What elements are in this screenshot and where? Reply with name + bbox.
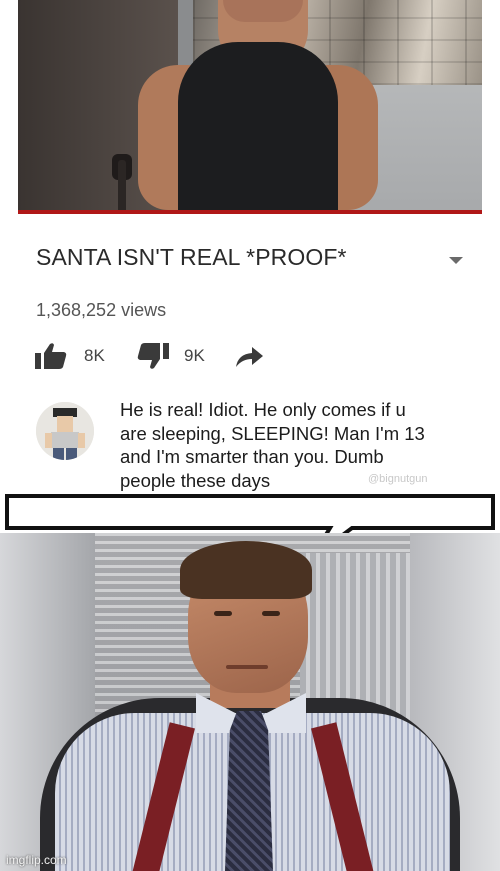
- comment-line: and I'm smarter than you. Dumb: [120, 446, 384, 467]
- thumbs-up-icon[interactable]: [34, 342, 70, 370]
- tiktok-watermark: @bignutgun: [368, 473, 428, 485]
- video-progress-bar[interactable]: [18, 210, 482, 214]
- man-hair: [180, 541, 312, 599]
- video-thumbnail[interactable]: [18, 0, 482, 214]
- share-arrow-icon[interactable]: [234, 346, 264, 368]
- like-count: 8K: [84, 346, 105, 365]
- imgflip-watermark: imgflip.com: [6, 853, 67, 867]
- video-title: SANTA ISN'T REAL *PROOF*: [36, 244, 347, 270]
- necktie: [225, 711, 273, 871]
- comment-line: He is real! Idiot. He only comes if u: [120, 399, 406, 420]
- chevron-down-icon[interactable]: [449, 257, 463, 264]
- thumbs-down-icon[interactable]: [134, 342, 170, 370]
- person-tank-top: [178, 42, 338, 214]
- person-chin: [223, 0, 303, 22]
- mouth: [226, 665, 268, 669]
- roblox-avatar-icon: [36, 402, 94, 460]
- guitar-neck: [118, 160, 126, 214]
- eye-left: [214, 611, 232, 616]
- avatar[interactable]: [36, 402, 94, 460]
- view-count: 1,368,252 views: [36, 300, 167, 320]
- dislike-count: 9K: [184, 346, 205, 365]
- reaction-photo: [0, 533, 500, 871]
- eye-right: [262, 611, 280, 616]
- comment-line: are sleeping, SLEEPING! Man I'm 13: [120, 422, 425, 444]
